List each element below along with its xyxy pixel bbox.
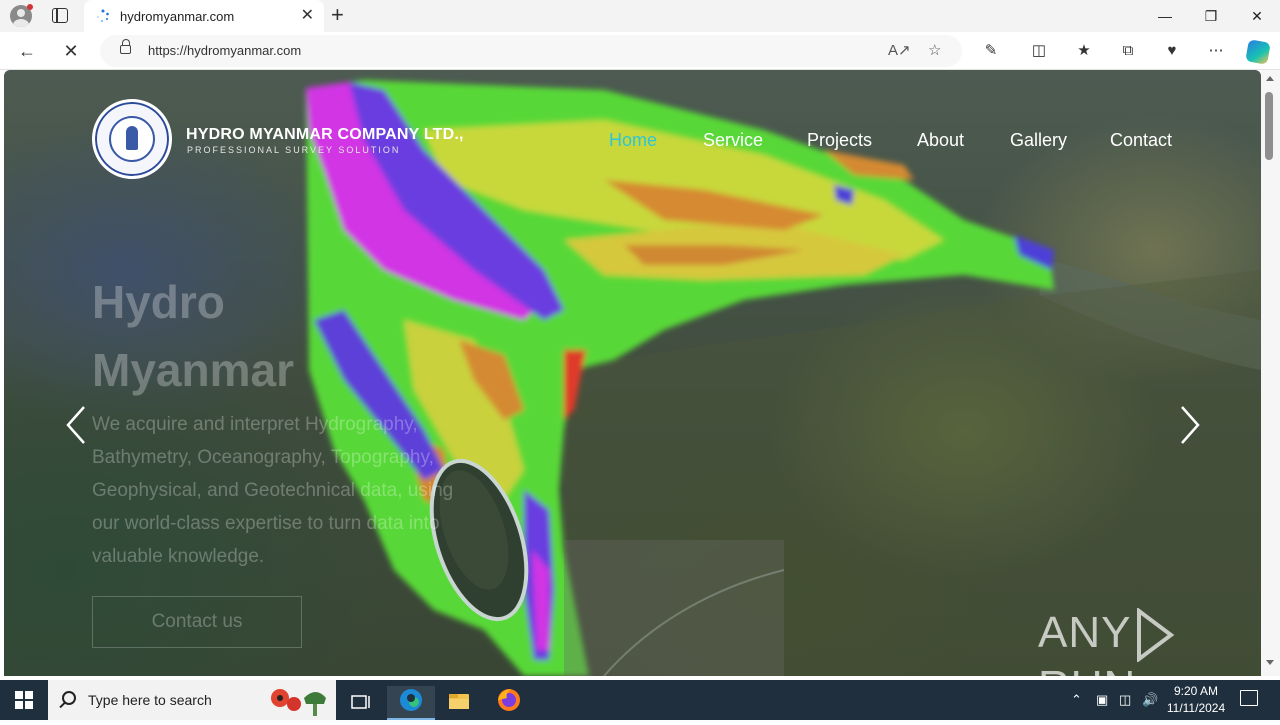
window-close-icon[interactable]: ✕ [1234, 0, 1280, 32]
nav-home[interactable]: Home [609, 130, 657, 151]
nav-contact[interactable]: Contact [1110, 130, 1172, 151]
notification-center-icon[interactable] [1240, 690, 1258, 706]
profile-notification-badge [27, 4, 33, 10]
taskbar-clock[interactable]: 9:20 AM 11/11/2024 [1160, 683, 1232, 717]
carousel-next-icon[interactable] [1176, 403, 1204, 447]
copilot-icon[interactable] [1245, 39, 1271, 65]
company-logo[interactable] [92, 99, 172, 179]
address-bar[interactable]: https://hydromyanmar.com A↗ ☆ [100, 35, 962, 67]
taskbar-search-box[interactable]: Type here to search [48, 680, 336, 720]
split-screen-icon[interactable]: ◫ [1029, 41, 1049, 61]
address-toolbar: ← ✕ https://hydromyanmar.com A↗ ☆ ✎ ◫ ★ … [0, 32, 1280, 70]
scroll-up-icon[interactable] [1266, 76, 1274, 81]
windows-taskbar: Type here to search ⌃ ▣ ◫ 🔊 9:20 AM 11/1… [0, 680, 1280, 720]
file-explorer-icon[interactable] [435, 686, 483, 720]
new-tab-button[interactable]: + [331, 4, 344, 26]
read-aloud-icon[interactable]: A↗ [888, 41, 911, 59]
search-placeholder: Type here to search [88, 692, 212, 708]
tab-actions-icon[interactable] [52, 8, 68, 23]
minimize-icon[interactable]: — [1142, 0, 1188, 32]
hero-title: Hydro Myanmar [92, 276, 294, 396]
favorite-star-icon[interactable]: ☆ [928, 41, 941, 59]
tab-hydromyanmar[interactable]: hydromyanmar.com ✕ [84, 0, 324, 32]
back-arrow-icon[interactable]: ← [16, 40, 38, 62]
task-view-icon[interactable] [336, 686, 384, 720]
page-scrollbar[interactable] [1261, 70, 1280, 676]
edge-taskbar-icon[interactable] [387, 686, 435, 720]
company-name[interactable]: HYDRO MYANMAR COMPANY LTD., [186, 126, 464, 144]
volume-icon[interactable]: 🔊 [1142, 692, 1158, 708]
browser-tab-bar: hydromyanmar.com ✕ + — ❐ ✕ [0, 0, 1280, 32]
collections-icon[interactable]: ⧉ [1118, 41, 1138, 61]
watermark-right: RUN [1038, 662, 1136, 676]
extensions-icon[interactable]: ✎ [981, 41, 1001, 61]
play-triangle-icon [1137, 608, 1175, 663]
nav-about[interactable]: About [917, 130, 964, 151]
search-highlight-icon [271, 689, 326, 716]
windows-start-icon[interactable] [15, 691, 33, 709]
anyrun-watermark: ANY RUN [1038, 608, 1261, 676]
scroll-down-icon[interactable] [1266, 660, 1274, 665]
firefox-icon[interactable] [485, 686, 533, 720]
web-page: HYDRO MYANMAR COMPANY LTD., PROFESSIONAL… [4, 70, 1261, 676]
hero-description: We acquire and interpret Hydrography, Ba… [92, 414, 454, 567]
more-menu-icon[interactable]: ⋯ [1206, 41, 1226, 61]
lock-icon[interactable] [120, 39, 131, 54]
nav-gallery[interactable]: Gallery [1010, 130, 1067, 151]
company-tagline: PROFESSIONAL SURVEY SOLUTION [187, 145, 401, 155]
clock-time: 9:20 AM [1173, 684, 1219, 698]
close-tab-icon[interactable]: ✕ [301, 8, 314, 24]
clock-date: 11/11/2024 [1166, 701, 1226, 715]
loading-favicon-icon [97, 9, 109, 22]
search-icon [62, 691, 76, 705]
carousel-prev-icon[interactable] [62, 403, 90, 447]
logo-emblem-icon [109, 116, 155, 162]
stop-loading-icon[interactable]: ✕ [60, 40, 82, 62]
contact-us-button[interactable]: Contact us [92, 596, 302, 648]
show-hidden-icons[interactable]: ⌃ [1071, 692, 1082, 708]
restore-icon[interactable]: ❐ [1188, 0, 1234, 32]
browser-essentials-icon[interactable]: ♥ [1162, 41, 1182, 61]
watermark-left: ANY [1038, 608, 1132, 657]
network-icon[interactable]: ◫ [1119, 692, 1131, 708]
nav-service[interactable]: Service [703, 130, 763, 151]
meet-now-icon[interactable]: ▣ [1096, 692, 1108, 708]
tab-title: hydromyanmar.com [120, 9, 235, 24]
scroll-thumb[interactable] [1265, 92, 1273, 160]
nav-projects[interactable]: Projects [807, 130, 872, 151]
favorites-icon[interactable]: ★ [1074, 41, 1094, 61]
url-text[interactable]: https://hydromyanmar.com [148, 43, 301, 58]
